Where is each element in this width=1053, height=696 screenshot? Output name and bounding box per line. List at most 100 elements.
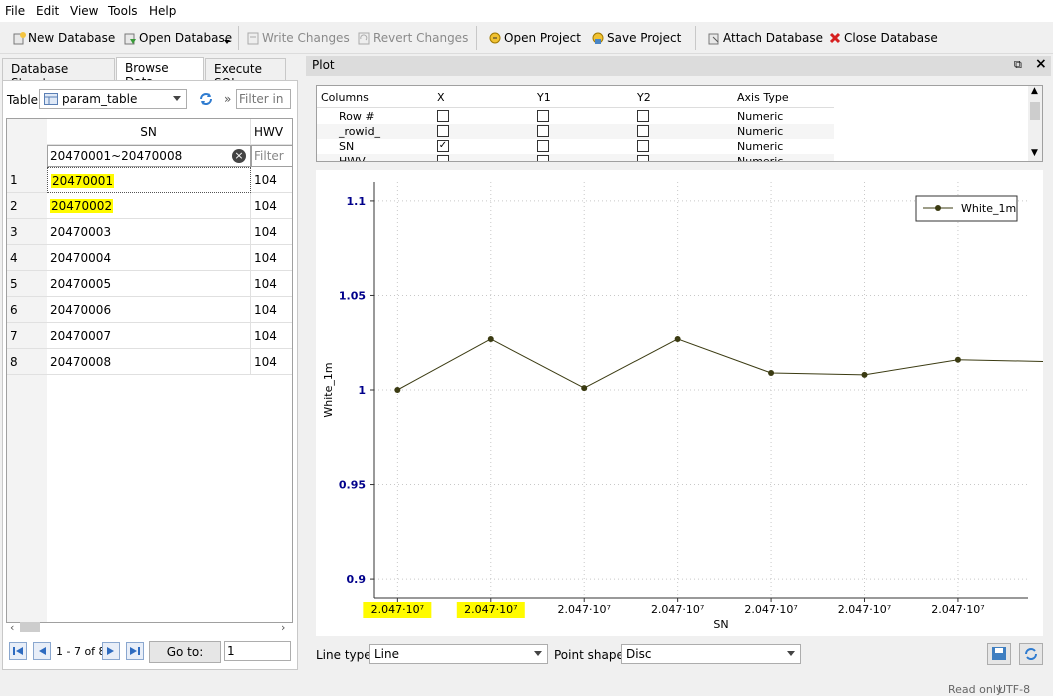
chevron-down-icon bbox=[173, 96, 181, 101]
row-number[interactable]: 7 bbox=[7, 323, 47, 349]
next-page-button[interactable] bbox=[102, 642, 120, 660]
y1-checkbox[interactable] bbox=[537, 140, 549, 152]
first-page-icon bbox=[13, 647, 23, 655]
table-cell-sn[interactable]: 20470005 bbox=[47, 271, 251, 297]
table-cell-hwv[interactable]: 104 bbox=[251, 349, 292, 375]
first-page-button[interactable] bbox=[9, 642, 27, 660]
y1-checkbox[interactable] bbox=[537, 155, 549, 161]
table-cell-sn[interactable]: 20470001 bbox=[47, 167, 251, 193]
menu-view[interactable]: View bbox=[70, 4, 98, 18]
table-cell-hwv[interactable]: 104 bbox=[251, 219, 292, 245]
last-page-icon bbox=[130, 647, 140, 655]
row-number[interactable]: 5 bbox=[7, 271, 47, 297]
columns-header-axis-type: Axis Type bbox=[737, 91, 789, 104]
line-type-select[interactable]: Line bbox=[369, 644, 548, 664]
table-cell-sn[interactable]: 20470007 bbox=[47, 323, 251, 349]
table-cell-hwv[interactable]: 104 bbox=[251, 193, 292, 219]
menu-edit[interactable]: Edit bbox=[36, 4, 59, 18]
toolbar-separator bbox=[695, 26, 696, 50]
attach-database-button[interactable]: Attach Database bbox=[707, 28, 823, 48]
tab-database-structure[interactable]: Database Structure bbox=[2, 58, 115, 90]
table-cell-hwv[interactable]: 104 bbox=[251, 271, 292, 297]
go-to-button[interactable]: Go to: bbox=[149, 641, 221, 663]
columns-vertical-scrollbar[interactable]: ▲ ▼ bbox=[1028, 86, 1042, 161]
plot-column-row[interactable]: SN ✓ Numeric bbox=[317, 139, 834, 154]
row-number[interactable]: 3 bbox=[7, 219, 47, 245]
table-select[interactable]: param_table bbox=[39, 89, 187, 109]
status-readonly: Read only bbox=[948, 683, 1003, 696]
columns-header-y1: Y1 bbox=[537, 91, 551, 104]
plot-chart-area[interactable]: 0.9 0.95 1 1.05 1.1 2.047·10⁷ 2.047·10⁷ 2.047·1… bbox=[316, 170, 1053, 636]
x-tick-label: 2.047·10⁷ bbox=[558, 603, 611, 616]
scroll-down-icon[interactable]: ▼ bbox=[1031, 148, 1038, 158]
row-number[interactable]: 2 bbox=[7, 193, 47, 219]
y2-checkbox[interactable] bbox=[637, 155, 649, 161]
column-header-sn[interactable]: SN bbox=[47, 119, 251, 145]
x-tick-label: 2.047·10⁷ bbox=[371, 603, 424, 616]
row-number[interactable]: 8 bbox=[7, 349, 47, 375]
table-cell-sn[interactable]: 20470003 bbox=[47, 219, 251, 245]
x-checkbox[interactable] bbox=[437, 110, 449, 122]
scroll-left-icon[interactable]: ‹ bbox=[10, 621, 14, 634]
write-changes-button[interactable]: Write Changes bbox=[246, 28, 350, 48]
plot-column-row[interactable]: Row # Numeric bbox=[317, 109, 834, 124]
tab-execute-sql[interactable]: Execute SQL bbox=[205, 58, 286, 90]
open-database-button[interactable]: Open Database bbox=[123, 28, 232, 48]
plot-column-row[interactable]: HWV Numeric bbox=[317, 154, 834, 162]
table-cell-sn[interactable]: 20470008 bbox=[47, 349, 251, 375]
horizontal-scrollbar-thumb[interactable] bbox=[20, 622, 40, 632]
save-plot-button[interactable] bbox=[987, 643, 1011, 665]
refresh-plot-button[interactable] bbox=[1019, 643, 1043, 665]
revert-changes-icon bbox=[357, 31, 371, 45]
clear-filter-icon[interactable]: × bbox=[232, 149, 246, 163]
menu-tools[interactable]: Tools bbox=[108, 4, 138, 18]
table-icon bbox=[44, 93, 58, 108]
previous-page-button[interactable] bbox=[33, 642, 51, 660]
table-cell-sn[interactable]: 20470004 bbox=[47, 245, 251, 271]
close-database-button[interactable]: Close Database bbox=[828, 28, 938, 48]
row-number[interactable]: 1 bbox=[7, 167, 47, 193]
new-database-button[interactable]: New Database bbox=[12, 28, 115, 48]
go-to-input[interactable] bbox=[224, 641, 291, 661]
table-filter-input[interactable] bbox=[236, 89, 291, 109]
revert-changes-button[interactable]: Revert Changes bbox=[357, 28, 468, 48]
plot-column-name: _rowid_ bbox=[339, 125, 381, 138]
close-dock-icon[interactable]: × bbox=[1035, 56, 1047, 72]
row-number[interactable]: 6 bbox=[7, 297, 47, 323]
y2-checkbox[interactable] bbox=[637, 110, 649, 122]
x-checkbox[interactable] bbox=[437, 155, 449, 161]
x-checkbox[interactable]: ✓ bbox=[437, 140, 449, 152]
float-dock-icon[interactable]: ⧉ bbox=[1014, 58, 1022, 72]
y1-checkbox[interactable] bbox=[537, 110, 549, 122]
menu-file[interactable]: File bbox=[5, 4, 25, 18]
plot-columns-table: Columns X Y1 Y2 Axis Type Row # Numeric _r… bbox=[316, 85, 1043, 162]
x-checkbox[interactable] bbox=[437, 125, 449, 137]
y1-checkbox[interactable] bbox=[537, 125, 549, 137]
scrollbar-thumb[interactable] bbox=[1030, 102, 1040, 120]
menu-help[interactable]: Help bbox=[149, 4, 176, 18]
scroll-right-icon[interactable]: › bbox=[281, 621, 285, 634]
sn-filter-input[interactable]: 20470001~20470008 × bbox=[47, 145, 251, 167]
scroll-up-icon[interactable]: ▲ bbox=[1031, 86, 1038, 96]
plot-column-name: HWV bbox=[339, 155, 366, 162]
table-cell-hwv[interactable]: 104 bbox=[251, 167, 292, 193]
table-cell-hwv[interactable]: 104 bbox=[251, 297, 292, 323]
save-project-button[interactable]: Save Project bbox=[591, 28, 681, 48]
y2-checkbox[interactable] bbox=[637, 140, 649, 152]
y2-checkbox[interactable] bbox=[637, 125, 649, 137]
row-number[interactable]: 4 bbox=[7, 245, 47, 271]
open-project-button[interactable]: Open Project bbox=[488, 28, 581, 48]
refresh-icon[interactable] bbox=[197, 90, 215, 111]
table-cell-sn[interactable]: 20470002 bbox=[47, 193, 251, 219]
table-cell-hwv[interactable]: 104 bbox=[251, 245, 292, 271]
plot-column-row[interactable]: _rowid_ Numeric bbox=[317, 124, 834, 139]
line-chart: 0.9 0.95 1 1.05 1.1 2.047·10⁷ 2.047·10⁷ 2.047·1… bbox=[322, 182, 1053, 631]
table-cell-sn[interactable]: 20470006 bbox=[47, 297, 251, 323]
last-page-button[interactable] bbox=[126, 642, 144, 660]
open-database-dropdown-icon[interactable] bbox=[224, 40, 230, 44]
tab-browse-data[interactable]: Browse Data bbox=[116, 57, 204, 89]
column-header-hwv[interactable]: HWV bbox=[251, 119, 292, 145]
point-shape-select[interactable]: Disc bbox=[621, 644, 801, 664]
table-cell-hwv[interactable]: 104 bbox=[251, 323, 292, 349]
hwv-filter-input[interactable]: Filter bbox=[251, 145, 292, 167]
